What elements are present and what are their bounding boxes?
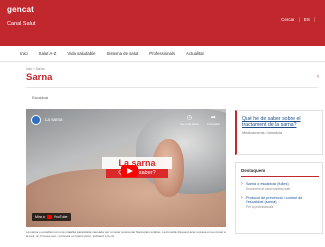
section-label: Escabiosi (32, 96, 49, 100)
article-description: La sarna o escabiosi és una malaltia par… (26, 230, 226, 239)
header-separator: | (298, 17, 300, 22)
nav-item-inici[interactable]: Inici (20, 51, 28, 56)
share-button[interactable]: ➦ Compartir (207, 115, 220, 126)
destaquem-underline (241, 176, 319, 177)
watch-on-youtube-button[interactable]: Mira a YouTube (32, 213, 71, 221)
video-title[interactable]: La sarna (45, 117, 63, 122)
nav-item-actualitat[interactable]: Actualitat (186, 51, 204, 56)
featured-link[interactable]: Què he de saber sobre el tractament de l… (242, 116, 317, 128)
destaquem-link[interactable]: Protocol de prevenció i control de l'esc… (246, 196, 317, 205)
header-links: Cercar | ES | (281, 17, 315, 22)
destaquem-meta: Document al canal sanitari web (246, 186, 291, 191)
main-nav: Inici Salut A-Z Vida saludable Sistema d… (0, 46, 325, 62)
destaquem-card: Destaquem Sarna o escabiosi (fulles) Doc… (235, 162, 323, 234)
nav-item-sistema-salut[interactable]: Sistema de salut (106, 51, 138, 56)
watch-later-button[interactable]: ◷ Ver más tarde (180, 115, 199, 126)
youtube-icon (46, 215, 52, 219)
list-item: Sarna o escabiosi (fulles) Document al c… (241, 181, 317, 191)
featured-card: Què he de saber sobre el tractament de l… (235, 110, 323, 155)
play-icon[interactable] (121, 165, 138, 177)
site-name[interactable]: Canal Salut (7, 21, 35, 27)
language-selector[interactable]: ES (304, 17, 310, 22)
share-icon: ➦ (210, 115, 216, 121)
breadcrumb[interactable]: Inici > Sarna (26, 67, 44, 71)
page-title: Sarna (26, 72, 53, 83)
video-actions: ◷ Ver más tarde ➦ Compartir (180, 115, 220, 126)
video-player[interactable]: La sarna ◷ Ver más tarde ➦ Compartir La … (26, 109, 226, 227)
chevron-left-icon[interactable]: ‹ (317, 74, 319, 80)
list-item: Protocol de prevenció i control de l'esc… (241, 195, 317, 209)
clock-icon: ◷ (186, 115, 193, 121)
site-header: gencat Canal Salut Cercar | ES | (0, 0, 325, 46)
channel-avatar[interactable] (31, 115, 41, 125)
nav-item-salut-az[interactable]: Salut A-Z (39, 51, 57, 56)
divider (26, 87, 318, 88)
featured-meta: Medicaments i farmàcia (242, 131, 283, 136)
nav-item-professionals[interactable]: Professionals (149, 51, 175, 56)
destaquem-meta: Per a professionals (246, 204, 274, 209)
destaquem-title: Destaquem (241, 168, 266, 173)
search-link[interactable]: Cercar (281, 17, 295, 22)
header-separator: | (313, 17, 315, 22)
nav-item-vida-saludable[interactable]: Vida saludable (67, 51, 95, 56)
gencat-logo[interactable]: gencat (7, 5, 34, 14)
